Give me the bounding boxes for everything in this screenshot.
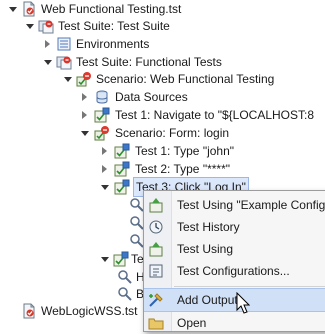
tree-item-label: Scenario: Form: login: [115, 126, 230, 140]
test-step-icon: [114, 179, 130, 195]
tree-item-label: Test 1: Navigate to "${LOCALHOST:8: [115, 108, 315, 122]
environments-icon: [56, 36, 72, 52]
menu-item-test-configurations[interactable]: Test Configurations...: [144, 260, 325, 282]
tree-item-label: Scenario: Web Functional Testing: [96, 72, 275, 86]
menu-item-label: Test History: [177, 220, 240, 234]
expand-arrow-icon[interactable]: [100, 160, 110, 178]
test-file-icon: [21, 1, 37, 17]
tool-icon: [117, 269, 133, 285]
collapse-arrow-icon[interactable]: [43, 53, 53, 71]
test-suite-icon: [56, 54, 72, 70]
menu-item-label: Open: [177, 316, 207, 330]
scenario-icon: [76, 71, 92, 87]
test-file-icon: [21, 303, 37, 319]
tree-item-test-4[interactable]: Test: [100, 250, 153, 268]
test-step-icon: [94, 107, 110, 123]
test-step-icon: [114, 161, 130, 177]
menu-item-open[interactable]: Open: [144, 312, 325, 334]
collapse-arrow-icon[interactable]: [100, 250, 110, 268]
menu-item-label: Test Using "Example Configu: [177, 198, 325, 212]
mouse-pointer-icon: [236, 292, 250, 314]
tree-item-scenario-form-login[interactable]: Scenario: Form: login: [80, 124, 325, 142]
test-history-icon: [148, 219, 164, 235]
tree-item-label: Test Suite: Test Suite: [58, 19, 170, 33]
menu-item-test-history[interactable]: Test History: [144, 216, 325, 238]
tree-item-test-suite[interactable]: Test Suite: Test Suite: [25, 17, 325, 35]
tool-icon: [117, 286, 133, 302]
collapse-arrow-icon[interactable]: [8, 0, 18, 18]
tree-item-test-1-navigate[interactable]: Test 1: Navigate to "${LOCALHOST:8: [80, 106, 325, 124]
tree-item-label: Test 1: Type "john": [135, 144, 235, 158]
menu-item-test-using[interactable]: Test Using: [144, 238, 325, 260]
menu-separator: [174, 286, 325, 287]
expand-arrow-icon[interactable]: [80, 106, 90, 124]
tree-item-test-2-type-password[interactable]: Test 2: Type "****": [100, 160, 325, 178]
tree-item-label: Test Suite: Functional Tests: [76, 55, 222, 69]
expand-arrow-icon[interactable]: [80, 88, 90, 106]
test-step-icon: [113, 251, 129, 267]
tree-item-b[interactable]: B: [117, 285, 144, 303]
tree-item-h[interactable]: H: [117, 268, 145, 286]
add-output-icon: [148, 292, 164, 308]
test-configurations-icon: [148, 263, 164, 279]
tree-item-environments[interactable]: Environments: [43, 35, 325, 53]
open-icon: [148, 315, 164, 331]
collapse-arrow-icon[interactable]: [25, 17, 35, 35]
data-sources-icon: [94, 89, 110, 105]
tree-item-web-functional-testing-tst[interactable]: Web Functional Testing.tst: [8, 0, 325, 18]
tree-item-label: Test 2: Type "****": [135, 162, 231, 176]
tree-item-scenario-web-functional-testing[interactable]: Scenario: Web Functional Testing: [63, 70, 325, 88]
test-suite-icon: [38, 18, 54, 34]
collapse-arrow-icon[interactable]: [63, 70, 73, 88]
menu-item-add-output[interactable]: Add Output...: [144, 288, 325, 312]
tree-item-child-tool-2[interactable]: [117, 214, 143, 232]
expand-arrow-icon[interactable]: [43, 35, 53, 53]
context-menu: Test Using "Example Configu Test History…: [143, 190, 325, 332]
menu-item-test-using-example[interactable]: Test Using "Example Configu: [144, 194, 325, 216]
collapse-arrow-icon[interactable]: [80, 124, 90, 142]
menu-item-label: Test Configurations...: [177, 264, 290, 278]
tree-item-label: Environments: [76, 37, 150, 51]
collapse-arrow-icon[interactable]: [100, 178, 110, 196]
test-using-icon: [148, 241, 164, 257]
tree-item-data-sources[interactable]: Data Sources: [80, 88, 325, 106]
tree-item-test-1-type-john[interactable]: Test 1: Type "john": [100, 142, 325, 160]
scenario-icon: [94, 125, 110, 141]
menu-item-label: Test Using: [177, 242, 234, 256]
tree-item-child-tool-3[interactable]: [117, 232, 143, 250]
tree-item-label: Web Functional Testing.tst: [41, 2, 182, 16]
tree-item-label: Data Sources: [115, 90, 188, 104]
test-step-icon: [114, 143, 130, 159]
tree-item-weblogicwss-tst[interactable]: WebLogicWSS.tst: [8, 302, 143, 320]
tree-item-label: WebLogicWSS.tst: [41, 304, 138, 318]
tree-item-child-tool-1[interactable]: [117, 196, 143, 214]
tree-item-functional-tests[interactable]: Test Suite: Functional Tests: [43, 53, 325, 71]
test-using-icon: [148, 197, 164, 213]
expand-arrow-icon[interactable]: [100, 142, 110, 160]
